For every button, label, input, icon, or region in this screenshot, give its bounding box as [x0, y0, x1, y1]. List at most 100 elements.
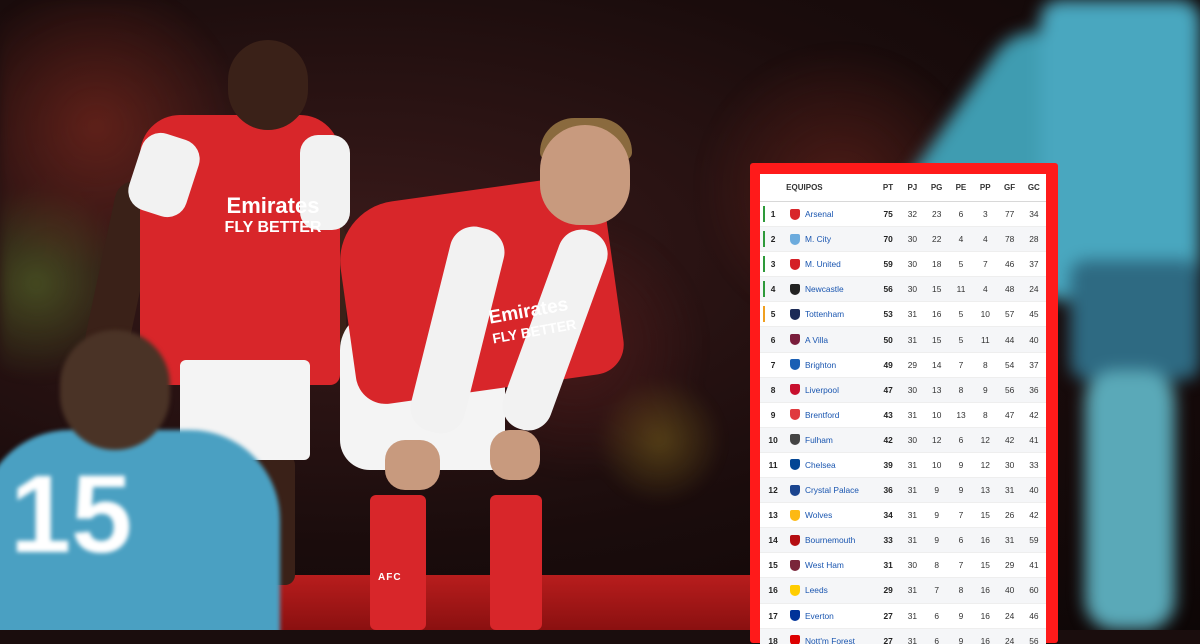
team-link[interactable]: Everton: [803, 611, 876, 621]
team-link[interactable]: Nott'm Forest: [803, 636, 876, 644]
pp-cell: 16: [980, 635, 990, 644]
table-row[interactable]: 11 Chelsea 39 31 10 9 12 30 33: [760, 453, 1046, 479]
pe-cell: 6: [958, 434, 964, 445]
club-crest-icon: [786, 484, 803, 496]
gc-cell: 37: [1029, 359, 1039, 370]
team-link[interactable]: M. United: [803, 259, 876, 269]
pj-cell: 29: [907, 359, 918, 370]
gc-cell: 40: [1029, 485, 1039, 496]
position-cell: 18: [768, 635, 778, 644]
table-row[interactable]: 1 Arsenal 75 32 23 6 3 77 34: [760, 202, 1046, 228]
pt-cell: 56: [883, 284, 893, 295]
table-row[interactable]: 3 M. United 59 30 18 5 7 46 37: [760, 252, 1046, 278]
team-link[interactable]: Fulham: [803, 435, 876, 445]
header-gf: GF: [1003, 183, 1016, 192]
position-cell: 15: [768, 560, 778, 571]
pp-cell: 16: [980, 535, 990, 546]
club-crest-icon: [786, 534, 803, 546]
gc-cell: 37: [1029, 259, 1039, 270]
pg-cell: 22: [932, 234, 942, 245]
pt-cell: 42: [883, 434, 893, 445]
shirt-number: 15: [10, 453, 133, 576]
left-player-sponsor-name: Emirates: [226, 193, 320, 218]
table-row[interactable]: 2 M. City 70 30 22 4 4 78 28: [760, 227, 1046, 253]
team-link[interactable]: Wolves: [803, 510, 876, 520]
position-cell: 10: [768, 434, 778, 445]
pj-cell: 31: [907, 535, 918, 546]
team-link[interactable]: Leeds: [803, 585, 876, 595]
crest-shape: [789, 434, 800, 446]
header-gc: GC: [1027, 183, 1040, 192]
team-link[interactable]: Newcastle: [803, 284, 876, 294]
team-link[interactable]: Tottenham: [803, 309, 876, 319]
table-row[interactable]: 10 Fulham 42 30 12 6 12 42 41: [760, 427, 1046, 453]
header-pg: PG: [930, 183, 943, 192]
pe-cell: 7: [958, 359, 964, 370]
qualification-marker: [763, 231, 765, 248]
pt-cell: 47: [883, 384, 893, 395]
team-link[interactable]: Arsenal: [803, 209, 876, 219]
pp-cell: 4: [982, 234, 988, 245]
pp-cell: 12: [980, 434, 990, 445]
pg-cell: 10: [932, 459, 942, 470]
crest-shape: [789, 359, 800, 371]
header-pj: PJ: [907, 183, 918, 192]
pj-cell: 30: [907, 259, 918, 270]
table-row[interactable]: 7 Brighton 49 29 14 7 8 54 37: [760, 353, 1046, 378]
table-row[interactable]: 18 Nott'm Forest 27 31 6 9 16 24 56: [760, 628, 1046, 644]
pg-cell: 6: [934, 635, 940, 644]
team-link[interactable]: A Villa: [803, 335, 876, 345]
pe-cell: 5: [958, 309, 964, 320]
crest-shape: [789, 409, 800, 421]
table-row[interactable]: 16 Leeds 29 31 7 8 16 40 60: [760, 578, 1046, 604]
team-link[interactable]: West Ham: [803, 560, 876, 570]
pe-cell: 9: [958, 635, 964, 644]
pe-cell: 9: [958, 485, 964, 496]
right-player-shirt: [1040, 0, 1200, 300]
qualification-marker: [763, 306, 765, 323]
pp-cell: 12: [980, 459, 990, 470]
middle-player-hand: [385, 440, 440, 490]
team-link[interactable]: Chelsea: [803, 460, 876, 470]
crest-shape: [789, 484, 800, 496]
table-row[interactable]: 4 Newcastle 56 30 15 11 4 48 24: [760, 277, 1046, 303]
table-row[interactable]: 14 Bournemouth 33 31 9 6 16 31 59: [760, 528, 1046, 554]
pj-cell: 30: [907, 434, 918, 445]
club-crest-icon: [786, 283, 803, 295]
pp-cell: 15: [980, 510, 990, 521]
pg-cell: 18: [932, 259, 942, 270]
crest-shape: [789, 610, 800, 622]
gf-cell: 29: [1004, 560, 1015, 571]
pp-cell: 10: [980, 309, 990, 320]
gf-cell: 44: [1004, 334, 1015, 345]
crest-shape: [789, 258, 800, 270]
table-row[interactable]: 5 Tottenham 53 31 16 5 10 57 45: [760, 302, 1046, 328]
right-player-leg: [1085, 370, 1175, 630]
pt-cell: 39: [883, 459, 893, 470]
team-link[interactable]: Bournemouth: [803, 535, 876, 545]
pj-cell: 31: [907, 459, 918, 470]
table-body: 1 Arsenal 75 32 23 6 3 77 34 2 M. City 70 30 22 4 4 78 28…: [760, 202, 1046, 644]
team-link[interactable]: Brentford: [803, 410, 876, 420]
pp-cell: 13: [980, 485, 990, 496]
club-crest-icon: [786, 559, 803, 571]
club-crest-icon: [786, 384, 803, 396]
team-link[interactable]: Crystal Palace: [803, 485, 876, 495]
team-link[interactable]: Liverpool: [803, 385, 876, 395]
pt-cell: 33: [883, 535, 893, 546]
table-row[interactable]: 17 Everton 27 31 6 9 16 24 46: [760, 604, 1046, 629]
table-row[interactable]: 8 Liverpool 47 30 13 8 9 56 36: [760, 377, 1046, 403]
gc-cell: 46: [1029, 610, 1039, 621]
pg-cell: 9: [934, 485, 940, 496]
gf-cell: 57: [1004, 309, 1015, 320]
pt-cell: 43: [883, 409, 893, 420]
gc-cell: 24: [1029, 284, 1039, 295]
table-row[interactable]: 15 West Ham 31 30 8 7 15 29 41: [760, 553, 1046, 579]
table-row[interactable]: 13 Wolves 34 31 9 7 15 26 42: [760, 503, 1046, 529]
table-row[interactable]: 12 Crystal Palace 36 31 9 9 13 31 40: [760, 478, 1046, 504]
pg-cell: 13: [932, 384, 942, 395]
table-row[interactable]: 9 Brentford 43 31 10 13 8 47 42: [760, 403, 1046, 428]
table-row[interactable]: 6 A Villa 50 31 15 5 11 44 40: [760, 327, 1046, 353]
team-link[interactable]: Brighton: [803, 360, 876, 370]
team-link[interactable]: M. City: [803, 234, 876, 244]
